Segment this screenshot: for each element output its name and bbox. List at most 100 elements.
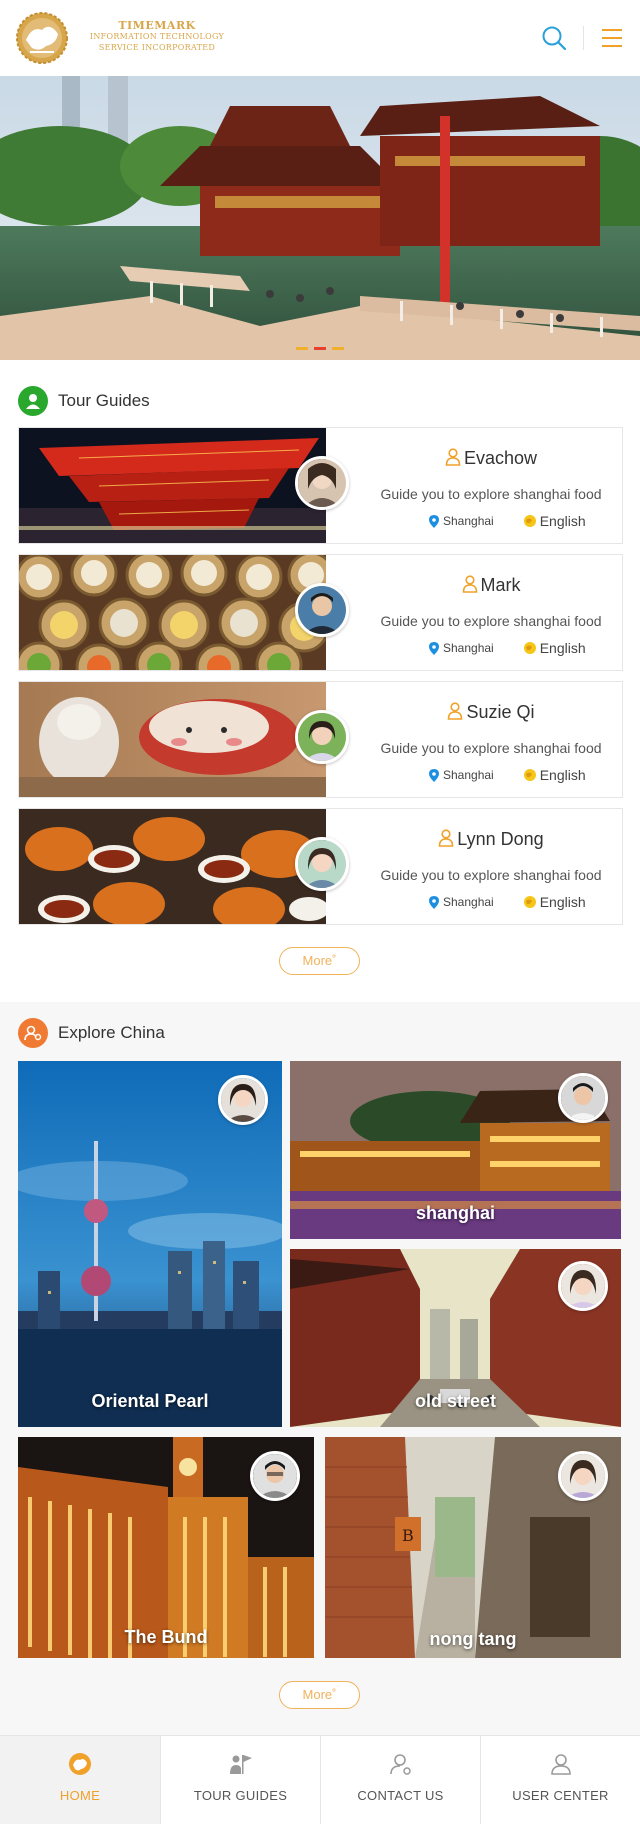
guide-card[interactable]: Lynn Dong Guide you to explore shanghai …: [18, 808, 623, 925]
nav-item-tour-guides[interactable]: TOUR GUIDES: [160, 1736, 320, 1824]
explore-tile-oriental-pearl[interactable]: Oriental Pearl: [18, 1061, 282, 1427]
nav-label-home: HOME: [59, 1788, 101, 1803]
language-globe-icon: [523, 642, 536, 654]
banner-pagination: [296, 347, 344, 350]
explore-tile-shanghai[interactable]: shanghai: [290, 1061, 621, 1239]
company-name: TIMEMARK INFORMATION TECHNOLOGY SERVICE …: [84, 20, 230, 53]
guide-photo: [19, 555, 326, 670]
tile-guide-avatar: [558, 1073, 608, 1123]
guide-name: Lynn Dong: [359, 829, 623, 850]
guide-city: Shanghai: [443, 514, 494, 528]
explore-heading: Explore China: [18, 1018, 165, 1048]
flag-icon: [230, 1755, 252, 1774]
guide-language: English: [539, 640, 586, 656]
guide-name-text: Lynn Dong: [457, 829, 544, 849]
guide-photo: [19, 682, 326, 797]
guide-name: Suzie Qi: [359, 702, 623, 723]
tile-label: The Bund: [124, 1627, 208, 1647]
explore-tile-the-bund[interactable]: The Bund: [18, 1437, 314, 1658]
guide-avatar: [295, 837, 349, 891]
location-pin-icon: [429, 895, 439, 909]
guide-photo: [19, 809, 326, 924]
person-icon: [448, 702, 463, 720]
header-divider: [583, 26, 584, 50]
bottom-nav: HOME TOUR GUIDES CONTACT US USER CENTER: [0, 1735, 640, 1824]
guide-city: Shanghai: [443, 768, 494, 782]
banner-dot-active[interactable]: [314, 347, 326, 350]
explore-tile-nong-tang[interactable]: B nong tang: [325, 1437, 621, 1658]
nav-label-tour-guides: TOUR GUIDES: [193, 1788, 288, 1803]
company-name-line1: TIMEMARK: [118, 19, 196, 32]
guide-language: English: [539, 513, 586, 529]
nav-item-contact-us[interactable]: CONTACT US: [320, 1736, 480, 1824]
search-icon[interactable]: [540, 24, 568, 52]
guide-info: Suzie Qi Guide you to explore shanghai f…: [359, 682, 623, 797]
explore-section-icon: [18, 1018, 48, 1048]
guide-language: English: [539, 894, 586, 910]
guide-photo: [19, 428, 326, 543]
guide-meta: Shanghai English: [429, 513, 586, 529]
home-icon: [69, 1753, 91, 1775]
tile-guide-avatar: [558, 1261, 608, 1311]
menu-icon[interactable]: [600, 26, 624, 50]
header: TIMEMARK INFORMATION TECHNOLOGY SERVICE …: [0, 0, 640, 76]
person-icon: [462, 575, 477, 593]
guide-name-text: Evachow: [463, 448, 538, 468]
tile-label: Oriental Pearl: [91, 1391, 209, 1411]
guide-description: Guide you to explore shanghai food: [380, 486, 602, 502]
guide-language: English: [539, 767, 586, 783]
guide-description: Guide you to explore shanghai food: [380, 740, 602, 756]
more-explore-label: More: [302, 1687, 333, 1702]
guide-name: Mark: [359, 575, 623, 596]
location-pin-icon: [429, 641, 439, 655]
more-guides-label: More: [302, 953, 333, 968]
tile-label: nong tang: [429, 1629, 517, 1649]
banner-dot[interactable]: [332, 347, 344, 350]
person-icon: [445, 448, 461, 466]
location-pin-icon: [429, 514, 439, 528]
hero-banner[interactable]: [0, 76, 640, 360]
user-icon: [551, 1754, 571, 1775]
tour-guides-heading: Tour Guides: [18, 386, 150, 416]
tile-guide-avatar: [218, 1075, 268, 1125]
language-globe-icon: [523, 769, 536, 781]
explore-title: Explore China: [58, 1023, 165, 1042]
guide-city: Shanghai: [443, 641, 494, 655]
guide-section-icon: [18, 386, 48, 416]
language-globe-icon: [523, 515, 536, 527]
guide-card[interactable]: Mark Guide you to explore shanghai food …: [18, 554, 623, 671]
svg-text:B: B: [402, 1526, 414, 1545]
guide-meta: Shanghai English: [429, 767, 586, 783]
guide-city: Shanghai: [443, 895, 494, 909]
guide-info: Evachow Guide you to explore shanghai fo…: [359, 428, 623, 543]
guide-name-text: Mark: [480, 575, 521, 595]
tile-label: shanghai: [415, 1203, 495, 1223]
guide-avatar: [295, 710, 349, 764]
tile-label: old street: [414, 1391, 497, 1411]
nav-item-user-center[interactable]: USER CENTER: [480, 1736, 640, 1824]
banner-dot[interactable]: [296, 347, 308, 350]
guide-name-text: Suzie Qi: [466, 702, 535, 722]
explore-tile-old-street[interactable]: old street: [290, 1249, 621, 1427]
guide-info: Mark Guide you to explore shanghai food …: [359, 555, 623, 670]
person-icon: [438, 829, 454, 847]
company-name-line3: SERVICE INCORPORATED: [98, 43, 216, 52]
guide-description: Guide you to explore shanghai food: [380, 867, 602, 883]
nav-label-user-center: USER CENTER: [512, 1788, 609, 1803]
nav-item-home[interactable]: HOME: [0, 1736, 160, 1824]
guide-card[interactable]: Evachow Guide you to explore shanghai fo…: [18, 427, 623, 544]
guide-name: Evachow: [359, 448, 623, 469]
more-guides-button[interactable]: More˚: [279, 947, 360, 975]
guide-meta: Shanghai English: [429, 894, 586, 910]
language-globe-icon: [523, 896, 536, 908]
more-explore-button[interactable]: More˚: [279, 1681, 360, 1709]
banner-image: [0, 76, 640, 360]
guide-avatar: [295, 583, 349, 637]
tile-guide-avatar: [250, 1451, 300, 1501]
guide-card[interactable]: Suzie Qi Guide you to explore shanghai f…: [18, 681, 623, 798]
logo-icon[interactable]: [16, 12, 68, 64]
tour-guides-title: Tour Guides: [58, 391, 150, 410]
nav-label-contact-us: CONTACT US: [357, 1788, 444, 1803]
guide-meta: Shanghai English: [429, 640, 586, 656]
guide-avatar: [295, 456, 349, 510]
